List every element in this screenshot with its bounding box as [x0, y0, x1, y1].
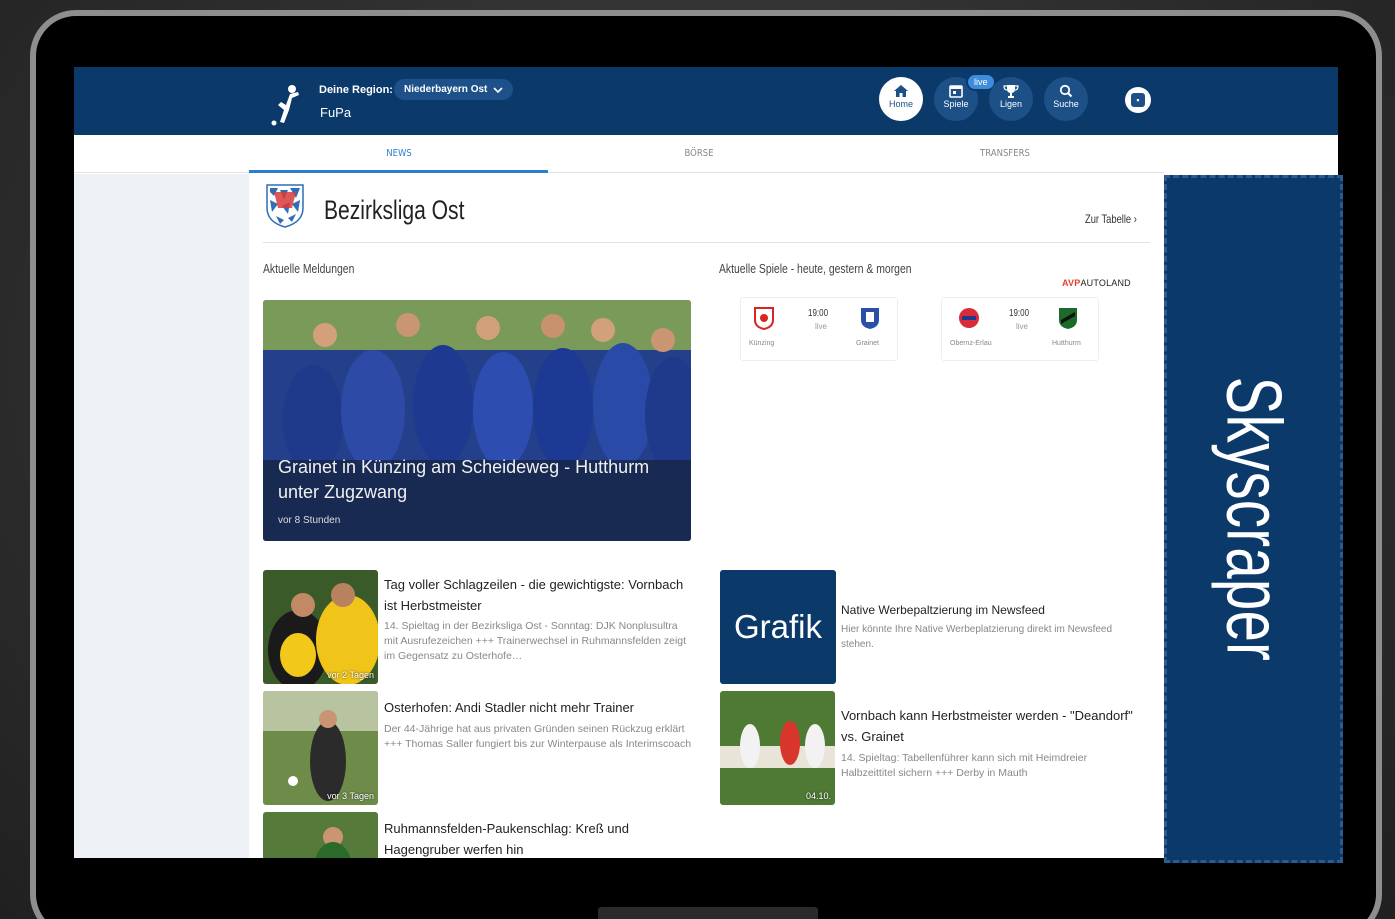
table-link-text: Zur Tabelle ›	[1085, 212, 1137, 226]
news-heading-text: Aktuelle Meldungen	[263, 261, 355, 276]
match-time: 19:00	[1007, 308, 1037, 319]
native-ad-description: Hier könnte Ihre Native Werbeplatzierung…	[841, 624, 1113, 650]
native-ad-title: Native Werbepaltzierung im Newsfeed	[841, 603, 1045, 617]
news-time: vor 3 Tagen	[327, 791, 374, 801]
nav-spiele-label: Spiele	[943, 99, 969, 109]
skyscraper-ad[interactable]: Skyscraper	[1164, 175, 1343, 863]
user-avatar[interactable]: ▪	[1125, 87, 1151, 113]
news-section-heading: Aktuelle Meldungen	[263, 261, 377, 276]
league-title: Bezirksliga Ost	[324, 195, 504, 226]
nav-suche-label: Suche	[1053, 99, 1079, 109]
brand-name: FuPa	[320, 105, 352, 120]
news-item[interactable]: Ruhmannsfelden-Paukenschlag: Kreß und Ha…	[263, 812, 693, 858]
section-tabs: NEWS BÖRSE TRANSFERS	[74, 135, 1164, 173]
news-item[interactable]: vor 2 Tagen Tag voller Schlagzeilen - di…	[263, 570, 693, 684]
left-gutter	[74, 174, 249, 858]
hero-article[interactable]: Grainet in Künzing am Scheideweg - Hutth…	[263, 300, 691, 541]
tab-boerse[interactable]: BÖRSE	[572, 135, 827, 173]
region-label: Deine Region:	[319, 84, 393, 96]
news-title: Tag voller Schlagzeilen - die gewichtigs…	[384, 577, 684, 613]
kuenzing-crest-icon	[754, 307, 774, 330]
match-time: 19:00	[806, 308, 836, 319]
region-dropdown[interactable]: Niederbayern Ost	[394, 79, 514, 100]
browser-screen: Deine Region: Niederbayern Ost FuPa Home…	[74, 67, 1338, 858]
region-value: Niederbayern Ost	[404, 84, 488, 95]
news-photo	[720, 691, 835, 805]
calendar-icon	[949, 85, 963, 98]
match-card[interactable]: Obernz-Erlau 19:00 live Hutthurm	[941, 297, 1099, 361]
matches-heading-text: Aktuelle Spiele - heute, gestern & morge…	[719, 261, 912, 276]
news-item[interactable]: vor 3 Tagen Osterhofen: Andi Stadler nic…	[263, 691, 693, 805]
tab-transfers[interactable]: TRANSFERS	[878, 135, 1133, 173]
hero-title: Grainet in Künzing am Scheideweg - Hutth…	[278, 457, 650, 502]
fupa-logo-icon[interactable]	[270, 83, 302, 127]
tablet-bottom-edge	[598, 907, 818, 919]
news-description: 14. Spieltag: Tabellenführer kann sich m…	[841, 752, 1088, 779]
news-photo	[263, 812, 378, 858]
search-icon	[1059, 84, 1073, 98]
main-content: Bezirksliga Ost Zur Tabelle › Aktuelle M…	[249, 174, 1164, 858]
news-photo	[263, 570, 378, 684]
tab-news[interactable]: NEWS	[272, 135, 527, 173]
match-card[interactable]: Künzing 19:00 live Grainet	[740, 297, 898, 361]
news-title: Osterhofen: Andi Stadler nicht mehr Trai…	[384, 700, 635, 715]
grainet-crest-icon	[861, 308, 879, 329]
sponsor-text: AUTOLAND	[1080, 278, 1131, 288]
sponsor-mark: AVP	[1062, 278, 1081, 288]
matches-section-heading: Aktuelle Spiele - heute, gestern & morge…	[719, 261, 960, 276]
bavarian-crest-icon	[266, 184, 304, 228]
news-thumbnail: 04.10.	[720, 691, 835, 805]
league-title-text: Bezirksliga Ost	[324, 195, 465, 225]
skyscraper-label: Skyscraper	[1208, 321, 1299, 716]
nav-suche-button[interactable]: Suche	[1044, 77, 1088, 121]
top-navigation-bar: Deine Region: Niederbayern Ost FuPa Home…	[74, 67, 1338, 135]
home-team-name: Künzing	[749, 340, 775, 347]
home-icon	[894, 85, 908, 97]
news-description: Der 44-Jährige hat aus privaten Gründen …	[384, 723, 692, 750]
active-tab-underline	[249, 170, 548, 173]
user-icon: ▪	[1131, 93, 1145, 107]
sponsor-logo[interactable]: AVPAUTOLAND	[1062, 278, 1131, 288]
nav-home-button[interactable]: Home	[879, 77, 923, 121]
nav-ligen-button[interactable]: Ligen	[989, 77, 1033, 121]
news-photo	[263, 691, 378, 805]
hutthurm-crest-icon	[1059, 308, 1077, 329]
news-time: 04.10.	[805, 791, 831, 801]
trophy-icon	[1003, 85, 1019, 98]
table-link[interactable]: Zur Tabelle ›	[1085, 212, 1151, 226]
news-thumbnail: vor 2 Tagen	[263, 570, 378, 684]
skyscraper-label-text: Skyscraper	[1210, 376, 1298, 662]
ad-graphic-placeholder: Grafik	[720, 570, 836, 684]
match-time-text: 19:00	[1009, 308, 1030, 319]
away-team-name: Grainet	[856, 340, 879, 347]
hero-time: vor 8 Stunden	[278, 515, 341, 526]
news-title: Vornbach kann Herbstmeister werden - "De…	[841, 708, 1133, 744]
away-team-name: Hutthurm	[1052, 340, 1081, 347]
chevron-down-icon	[493, 86, 503, 93]
news-time: vor 2 Tagen	[327, 670, 374, 680]
obernz-erlau-crest-icon	[959, 308, 979, 328]
news-title: Ruhmannsfelden-Paukenschlag: Kreß und Ha…	[384, 821, 629, 857]
home-team-name: Obernz-Erlau	[950, 340, 992, 347]
match-status: live	[814, 322, 827, 331]
news-thumbnail: vor 3 Tagen	[263, 691, 378, 805]
nav-ligen-label: Ligen	[999, 99, 1023, 109]
divider	[263, 242, 1150, 243]
match-time-text: 19:00	[808, 308, 829, 319]
match-status: live	[1015, 322, 1028, 331]
nav-home-label: Home	[888, 99, 913, 109]
news-thumbnail	[263, 812, 378, 858]
native-ad[interactable]: Grafik Native Werbepaltzierung im Newsfe…	[720, 570, 1150, 684]
news-description: 14. Spieltag in der Bezirksliga Ost - So…	[384, 620, 687, 662]
news-item[interactable]: 04.10. Vornbach kann Herbstmeister werde…	[720, 691, 1150, 805]
